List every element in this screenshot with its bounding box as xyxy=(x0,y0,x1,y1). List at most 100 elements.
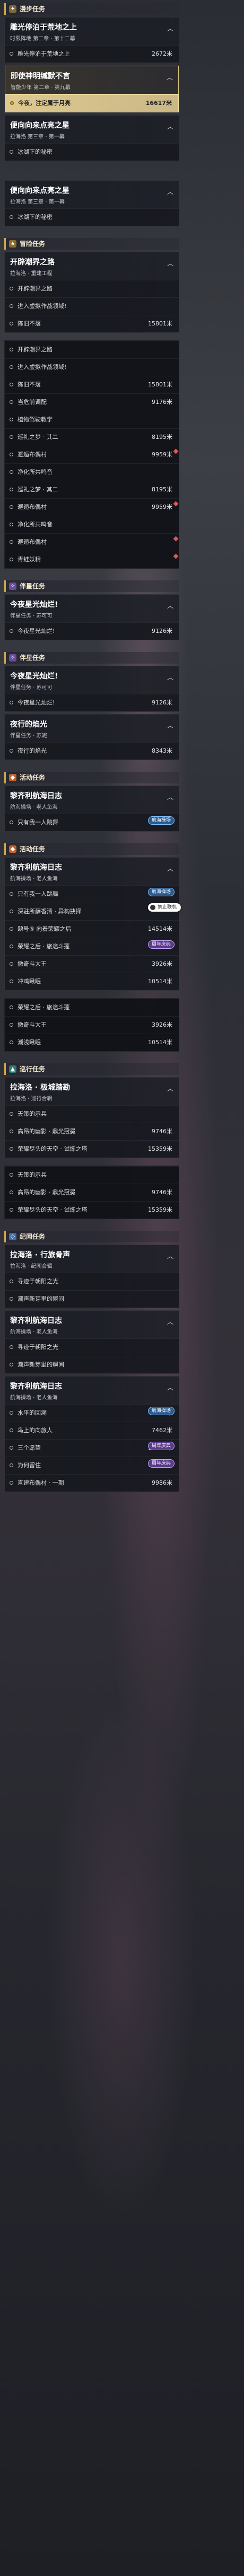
quest-step[interactable]: 三个愿望16252米周年庆典 xyxy=(5,1439,179,1457)
quest-step[interactable]: 天策的示兵 xyxy=(5,1105,179,1123)
step-label: 高昂的幽影 · 鼎光冠冕 xyxy=(18,1128,76,1135)
quest-step[interactable]: 直建布偶村 · 一期 9986米 xyxy=(5,1474,179,1492)
step-dot-icon xyxy=(10,435,13,439)
quest-step[interactable]: 天策的示兵 xyxy=(5,1166,179,1184)
quest-header[interactable]: 黎齐利航海日志 航海操场 · 老人鱼海 ︿ xyxy=(5,786,179,814)
quest-step[interactable]: 青蛙妖精 xyxy=(5,551,179,568)
section-header[interactable]: ✦ 漫步任务 xyxy=(4,3,179,15)
quest-header[interactable]: 便向向来点亮之星 拉海洛 第三章 · 第一幕 ︿ xyxy=(5,116,179,143)
quest-title: 便向向来点亮之星 xyxy=(10,187,69,195)
step-dot-icon xyxy=(10,1190,13,1194)
quest-header[interactable]: 拉海洛 · 极城踏勘 拉海洛 · 巡行合辑 ︿ xyxy=(5,1078,179,1105)
quest-step[interactable]: 荣耀之后 · 旅途斗蓬 周年庆典 xyxy=(5,938,179,955)
quest-step[interactable]: 为何留住16252米周年庆典 xyxy=(5,1457,179,1474)
quest-step[interactable]: 今夜星光灿烂! 9126米 xyxy=(5,622,179,640)
quest-header[interactable]: 开辟潮界之路 拉海洛 · 重建工程 ︿ xyxy=(5,252,179,280)
step-distance: 16617米 xyxy=(145,100,172,107)
step-distance: 9176米 xyxy=(152,399,172,405)
section-title: 漫步任务 xyxy=(20,5,46,13)
quest-step[interactable]: 植物驾驶教学 xyxy=(5,411,179,428)
step-label: 潮浅瞅眠 xyxy=(18,1039,41,1046)
section-header[interactable]: ◆ 活动任务 xyxy=(4,772,179,783)
section-header[interactable]: ◆ 活动任务 xyxy=(4,843,179,855)
quest-header[interactable]: 即使神明缄默不言 智能少年 第二章 · 第九幕 ︿ xyxy=(5,66,179,94)
quest-step[interactable]: 今夜星光灿烂! 9126米 xyxy=(5,694,179,711)
step-distance: 10514米 xyxy=(148,1039,172,1046)
section-header[interactable]: ✧ 伴星任务 xyxy=(4,580,179,592)
quest-step[interactable]: 净化所共鸣音 xyxy=(5,516,179,533)
quest-step[interactable]: 邂逅布偶村 9959米 xyxy=(5,446,179,463)
section-header[interactable]: ★ 冒险任务 xyxy=(4,238,179,250)
quest-step[interactable]: 邂逅布偶村 9959米 xyxy=(5,498,179,516)
quest-step-tracked[interactable]: 今夜，注定属于月亮 16617米 xyxy=(5,94,179,112)
quest-header[interactable]: 黎齐利航海日志 航海操场 · 老人鱼海 ︿ xyxy=(5,858,179,885)
quest-step[interactable]: 邂逅布偶村 xyxy=(5,533,179,551)
quest-header[interactable]: 拉海洛 · 行旅骨声 拉海洛 · 纪闻合辑 ︿ xyxy=(5,1245,179,1273)
section-header[interactable]: ✧ 伴星任务 xyxy=(4,652,179,664)
step-label: 陈旧不落 xyxy=(18,381,41,388)
quest-step[interactable]: 开辟潮界之路 xyxy=(5,341,179,358)
quest-step[interactable]: 潮声新芽里的瞬间 xyxy=(5,1356,179,1373)
quest-step[interactable]: 雕光停泊于荒地之上 2672米 xyxy=(5,45,179,63)
quest-step[interactable]: 寻迹于朝阳之光 xyxy=(5,1273,179,1290)
quest-title: 今夜星光灿烂! xyxy=(10,672,58,681)
quest-step[interactable]: 当危前调配 9176米 xyxy=(5,393,179,411)
quest-step[interactable]: 进入虚拟作战领域! xyxy=(5,358,179,376)
map-pin-icon xyxy=(173,501,179,507)
quest-header[interactable]: 黎齐利航海日志 航海操场 · 老人鱼海 ︿ xyxy=(5,1377,179,1404)
quest-step[interactable]: 冲鸡瞅眠 10514米 xyxy=(5,973,179,990)
quest-step[interactable]: 荣耀之后 · 旅途斗蓬 xyxy=(5,999,179,1016)
step-dot-icon xyxy=(10,701,13,704)
quest-step[interactable]: 净化所共鸣音 xyxy=(5,463,179,481)
quest-step[interactable]: 陈旧不落 15801米 xyxy=(5,315,179,332)
quest-step[interactable]: 冰湖下的秘密 xyxy=(5,208,179,226)
quest-step[interactable]: 只有我一人跳舞 航海操场 xyxy=(5,885,179,903)
step-distance: 15359米 xyxy=(148,1206,172,1213)
step-dot-icon xyxy=(10,1147,13,1151)
step-dot-icon xyxy=(10,453,13,456)
quest-step[interactable]: 撒奇斗大王 3926米 xyxy=(5,955,179,973)
quest-step[interactable]: 荣耀尽头的天空 · 试炼之塔 15359米 xyxy=(5,1201,179,1219)
quest-card: 开辟潮界之路 拉海洛 · 重建工程 ︿ 开辟潮界之路 进入虚拟作战领域! 陈旧不… xyxy=(4,252,179,333)
quest-step[interactable]: 高昂的幽影 · 鼎光冠冕 9746米 xyxy=(5,1184,179,1201)
quest-step[interactable]: 潮浅瞅眠 10514米 xyxy=(5,1034,179,1051)
quest-step[interactable]: 寻迹于朝阳之光 xyxy=(5,1338,179,1356)
quest-header[interactable]: 雕光停泊于荒地之上 时限阵地 第二章 · 第十二幕 ︿ xyxy=(5,17,179,45)
quest-title: 雕光停泊于荒地之上 xyxy=(10,23,77,32)
quest-header[interactable]: 便向向来点亮之星 拉海洛 第三章 · 第一幕 ︿ xyxy=(5,181,179,208)
quest-step[interactable]: 巡礼之梦 · 其二 8195米 xyxy=(5,481,179,498)
quest-step[interactable]: 荣耀尽头的天空 · 试炼之塔 15359米 xyxy=(5,1140,179,1158)
quest-step[interactable]: 题号⑤ 向着荣耀之后 14514米 xyxy=(5,920,179,938)
step-distance: 15801米 xyxy=(148,381,172,388)
chevron-up-icon: ︿ xyxy=(167,865,173,872)
quest-subtitle: 航海操场 · 老人鱼海 xyxy=(10,1395,58,1401)
step-dot-icon xyxy=(10,365,13,369)
quest-header[interactable]: 夜行的焰光 伴星任务 · 苏妮 ︿ xyxy=(5,714,179,742)
quest-header[interactable]: 今夜星光灿烂! 伴星任务 · 苏可可 ︿ xyxy=(5,595,179,622)
quest-step[interactable]: 撒奇斗大王 3926米 xyxy=(5,1016,179,1034)
no-coop-button[interactable]: 禁止联机 xyxy=(147,903,181,912)
event-tag: 周年庆典 xyxy=(147,1459,175,1468)
quest-step[interactable]: 鸟上的向旅人 7462米 xyxy=(5,1422,179,1439)
quest-step[interactable]: 进入虚拟作战领域! xyxy=(5,297,179,315)
step-label: 冰湖下的秘密 xyxy=(18,148,53,155)
chevron-up-icon: ︿ xyxy=(167,602,173,610)
quest-step[interactable]: 陈旧不落 15801米 xyxy=(5,376,179,393)
quest-step[interactable]: 只有我一人跳舞7489米航海操场 xyxy=(5,814,179,831)
quest-step[interactable]: 冰湖下的秘密 xyxy=(5,143,179,161)
section-header[interactable]: ▲ 巡行任务 xyxy=(4,1063,179,1075)
quest-card: 拉海洛 · 极城踏勘 拉海洛 · 巡行合辑 ︿ 天策的示兵 高昂的幽影 · 鼎光… xyxy=(4,1077,179,1158)
section-header[interactable]: ◇ 纪闻任务 xyxy=(4,1231,179,1242)
quest-header[interactable]: 黎齐利航海日志 航海操场 · 老人鱼海 ︿ xyxy=(5,1311,179,1338)
quest-step[interactable]: 潮声新芽里的瞬间 xyxy=(5,1290,179,1308)
section-title: 伴星任务 xyxy=(20,583,46,590)
quest-subtitle: 智能少年 第二章 · 第九幕 xyxy=(11,85,71,91)
quest-step[interactable]: 深驻所薛香清 · 异构抉择 禁止联机 xyxy=(5,903,181,920)
quest-step[interactable]: 巡礼之梦 · 其二 8195米 xyxy=(5,428,179,446)
quest-step[interactable]: 高昂的幽影 · 鼎光冠冕 9746米 xyxy=(5,1123,179,1140)
quest-step[interactable]: 水平的回溯7503米航海操场 xyxy=(5,1404,179,1422)
quest-step[interactable]: 开辟潮界之路 xyxy=(5,280,179,297)
quest-step[interactable]: 夜行的焰光 8343米 xyxy=(5,742,179,760)
step-label: 撒奇斗大王 xyxy=(18,1021,47,1028)
quest-header[interactable]: 今夜星光灿烂! 伴星任务 · 苏可可 ︿ xyxy=(5,666,179,694)
